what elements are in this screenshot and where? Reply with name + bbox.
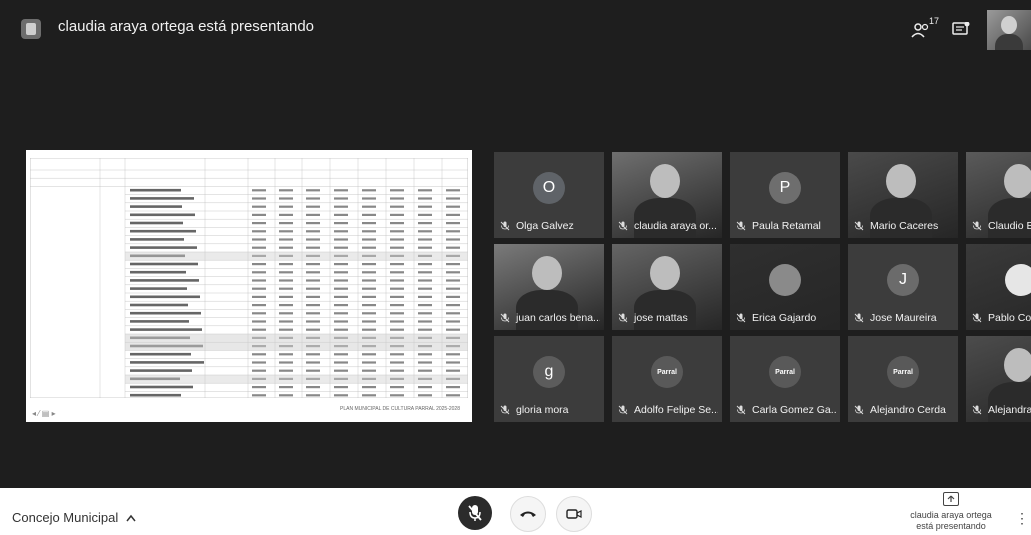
participants-count: 17 — [928, 16, 939, 26]
chat-button[interactable] — [941, 10, 981, 50]
mic-muted-icon — [854, 221, 864, 231]
participant-name: juan carlos bena... — [500, 312, 600, 324]
presenting-status-button[interactable]: claudia araya ortega está presentando — [906, 492, 996, 532]
participant-name-text: Claudio Bravo — [988, 220, 1031, 232]
chat-icon — [952, 22, 970, 35]
participant-name-text: Paula Retamal — [752, 220, 821, 232]
presentation-toolbar[interactable]: ◂ ⁄ ▤ ▸ — [32, 409, 56, 418]
participant-tile[interactable]: Alejandra Roman — [966, 336, 1031, 422]
mic-muted-icon — [500, 221, 510, 231]
participant-avatar: J — [887, 264, 919, 297]
participant-avatar: Parral — [651, 356, 683, 389]
camera-icon — [566, 509, 582, 519]
mic-muted-icon — [500, 313, 510, 323]
participant-name: Erica Gajardo — [736, 312, 836, 324]
present-label-line1: claudia araya ortega — [910, 510, 992, 520]
mic-off-icon — [468, 505, 482, 521]
participant-name-text: Pablo Contreras — [988, 312, 1031, 324]
participant-name: jose mattas — [618, 312, 718, 324]
participants-button[interactable]: 17 — [901, 10, 941, 50]
presenting-icon — [21, 19, 41, 39]
participant-name-text: gloria mora — [516, 404, 569, 416]
participant-avatar: O — [533, 172, 565, 205]
mic-muted-icon — [972, 405, 982, 415]
participant-name: Claudio Bravo — [972, 220, 1031, 232]
participant-tile[interactable]: Parral Adolfo Felipe Se... — [612, 336, 722, 422]
participant-name: Alejandro Cerda — [854, 404, 954, 416]
present-label-line2: está presentando — [916, 521, 986, 531]
mic-muted-icon — [972, 313, 982, 323]
participant-name: Pablo Contreras — [972, 312, 1031, 324]
participant-name: Jose Maureira — [854, 312, 954, 324]
participant-name: Alejandra Roman — [972, 404, 1031, 416]
participant-tile[interactable]: juan carlos bena... — [494, 244, 604, 330]
mic-muted-icon — [854, 405, 864, 415]
mic-muted-icon — [500, 405, 510, 415]
profile-photo — [1005, 264, 1031, 297]
participant-tile[interactable]: claudia araya or... — [612, 152, 722, 238]
participant-name-text: Jose Maureira — [870, 312, 937, 324]
participant-name-text: Olga Galvez — [516, 220, 574, 232]
profile-photo — [769, 264, 801, 297]
participant-tile[interactable]: g gloria mora — [494, 336, 604, 422]
presenter-status-text: claudia araya ortega está presentando — [58, 18, 315, 35]
participant-name: Carla Gomez Ga... — [736, 404, 836, 416]
participant-tile[interactable]: Parral Carla Gomez Ga... — [730, 336, 840, 422]
participant-tile[interactable]: Erica Gajardo — [730, 244, 840, 330]
participant-tile[interactable]: Parral Alejandro Cerda — [848, 336, 958, 422]
mic-muted-icon — [736, 405, 746, 415]
participant-name: claudia araya or... — [618, 220, 718, 232]
participant-name-text: claudia araya or... — [634, 220, 717, 232]
microphone-toggle-button[interactable] — [458, 496, 492, 530]
more-options-button[interactable]: ⋮ — [1015, 510, 1029, 527]
participant-name: gloria mora — [500, 404, 600, 416]
participant-name-text: Erica Gajardo — [752, 312, 817, 324]
participant-name-text: Alejandro Cerda — [870, 404, 946, 416]
chevron-up-icon — [126, 514, 136, 521]
mic-muted-icon — [736, 221, 746, 231]
mic-muted-icon — [618, 221, 628, 231]
meeting-details-button[interactable]: Concejo Municipal — [12, 510, 136, 525]
mic-muted-icon — [854, 313, 864, 323]
participant-name: Adolfo Felipe Se... — [618, 404, 718, 416]
participant-tile[interactable]: J Jose Maureira — [848, 244, 958, 330]
present-screen-icon — [943, 492, 959, 506]
mic-muted-icon — [618, 405, 628, 415]
presentation-caption: PLAN MUNICIPAL DE CULTURA PARRAL 2025-20… — [340, 406, 460, 412]
participant-tile[interactable]: Mario Caceres — [848, 152, 958, 238]
presentation-table — [30, 158, 468, 398]
participant-avatar: Parral — [887, 356, 919, 389]
hang-up-icon — [520, 511, 536, 517]
participant-name-text: Mario Caceres — [870, 220, 939, 232]
top-right-controls: 17 — [901, 10, 1031, 50]
bottom-bar: Concejo Municipal claudia araya ortega e… — [0, 488, 1031, 535]
participant-name-text: Alejandra Roman — [988, 404, 1031, 416]
leave-call-button[interactable] — [510, 496, 546, 532]
participant-name-text: jose mattas — [634, 312, 688, 324]
meeting-name: Concejo Municipal — [12, 510, 119, 525]
participant-tile[interactable]: jose mattas — [612, 244, 722, 330]
mic-muted-icon — [972, 221, 982, 231]
mic-muted-icon — [736, 313, 746, 323]
participant-name-text: Adolfo Felipe Se... — [634, 404, 718, 416]
participant-tile[interactable]: O Olga Galvez — [494, 152, 604, 238]
top-bar: claudia araya ortega está presentando 17 — [0, 0, 1031, 56]
camera-toggle-button[interactable] — [556, 496, 592, 532]
participant-name-text: Carla Gomez Ga... — [752, 404, 836, 416]
participant-tile[interactable]: P Paula Retamal — [730, 152, 840, 238]
participant-avatar: P — [769, 172, 801, 205]
participant-name-text: juan carlos bena... — [516, 312, 600, 324]
mic-muted-icon — [618, 313, 628, 323]
shared-presentation: PLAN MUNICIPAL DE CULTURA PARRAL 2025-20… — [26, 150, 472, 422]
participant-name: Paula Retamal — [736, 220, 836, 232]
participant-name: Olga Galvez — [500, 220, 600, 232]
participant-avatar: g — [533, 356, 565, 389]
participant-name: Mario Caceres — [854, 220, 954, 232]
self-view-thumbnail[interactable] — [987, 10, 1031, 50]
participant-tile[interactable]: Claudio Bravo — [966, 152, 1031, 238]
participant-avatar: Parral — [769, 356, 801, 389]
participant-tile[interactable]: Pablo Contreras — [966, 244, 1031, 330]
